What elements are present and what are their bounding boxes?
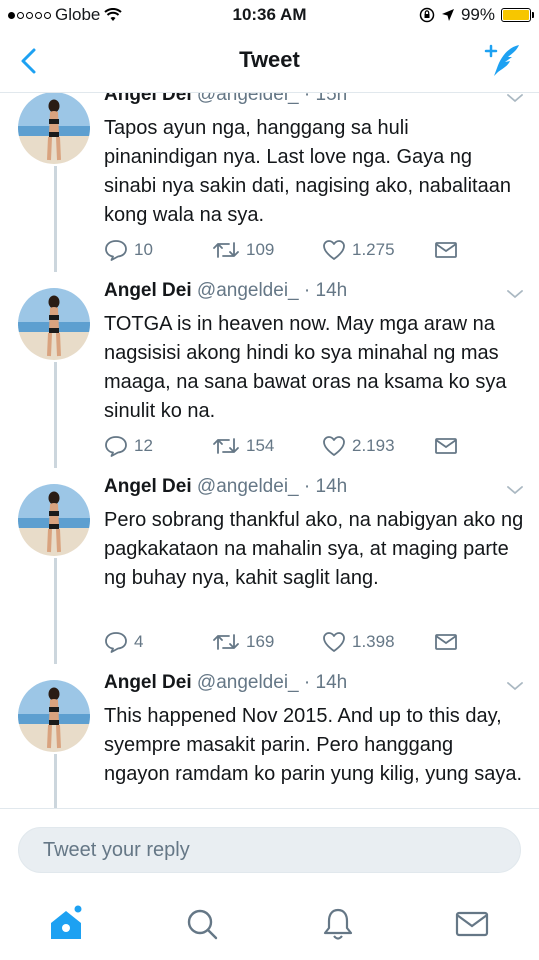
like-button[interactable]: 2.193 [322,434,395,458]
retweet-icon [213,634,239,650]
status-right: 99% [419,5,534,25]
avatar[interactable] [18,92,90,164]
tweet[interactable]: Angel Dei @angeldei_ · 14h This happened… [0,672,539,808]
home-icon[interactable] [46,904,86,944]
retweet-icon [213,242,239,258]
tweet-time: 14h [315,280,348,301]
tweet[interactable]: Angel Dei @angeldei_ · 15h Tapos ayun ng… [0,92,539,280]
author-name[interactable]: Angel Dei [104,280,192,301]
share-button[interactable] [434,434,458,458]
reply-icon [105,436,127,457]
reply-button[interactable]: 4 [104,630,143,654]
heart-icon [323,240,345,260]
avatar[interactable] [18,680,90,752]
retweet-button[interactable]: 109 [212,238,274,262]
avatar[interactable] [18,288,90,360]
notifications-icon[interactable] [318,904,358,944]
tweet-header: Angel Dei @angeldei_ · 15h [104,92,347,106]
reply-button[interactable]: 10 [104,238,153,262]
reply-button[interactable]: 12 [104,434,153,458]
reply-count: 10 [134,240,153,259]
tweet-header: Angel Dei @angeldei_ · 14h [104,280,348,301]
retweet-icon [213,438,239,454]
page-title: Tweet [239,47,300,72]
location-arrow-icon [441,9,454,21]
heart-icon [323,632,345,652]
reply-count: 12 [134,436,153,455]
retweet-count: 169 [246,632,275,651]
mail-icon [435,438,457,454]
retweet-button[interactable]: 154 [212,434,274,458]
like-count: 1.275 [352,240,395,259]
tab-bar [0,886,539,960]
tweet-header: Angel Dei @angeldei_ · 14h [104,672,348,693]
mail-icon [435,634,457,650]
tweet-actions: 4 169 1.398 [104,630,524,654]
like-count: 2.193 [352,436,395,455]
nav-bar: Tweet [0,30,539,93]
like-button[interactable]: 1.398 [322,630,395,654]
mail-icon [435,242,457,258]
reply-icon [105,240,127,261]
tweet-thread: Angel Dei @angeldei_ · 15h Tapos ayun ng… [0,92,539,808]
status-bar: Globe 10:36 AM 99% [0,0,539,30]
battery-percent: 99% [460,5,495,24]
avatar[interactable] [18,484,90,556]
like-count: 1.398 [352,632,395,651]
tweet[interactable]: Angel Dei @angeldei_ · 14h Pero sobrang … [0,476,539,672]
retweet-count: 154 [246,436,275,455]
tweet-time: 14h [315,476,348,497]
tweet-text: This happened Nov 2015. And up to this d… [104,705,523,785]
tweet-text: Tapos ayun nga, hanggang sa huli pinanin… [104,117,511,226]
tweet-text: Pero sobrang thankful ako, na nabigyan a… [104,509,524,589]
author-name[interactable]: Angel Dei [104,672,192,693]
tweet-time: 14h [315,672,348,693]
author-handle[interactable]: @angeldei_ [197,92,299,105]
reply-input[interactable]: Tweet your reply [18,827,521,873]
chevron-down-icon[interactable] [506,288,524,300]
search-icon[interactable] [182,904,222,944]
tweet-actions: 10 109 1.275 [104,238,524,262]
tweet-actions: 12 154 2.193 [104,434,524,458]
chevron-down-icon[interactable] [506,92,524,104]
tweet-header: Angel Dei @angeldei_ · 14h [104,476,348,497]
author-handle[interactable]: @angeldei_ [197,672,299,693]
reply-bar: Tweet your reply [0,808,539,887]
heart-icon [323,436,345,456]
rotation-lock-icon [419,7,435,23]
like-button[interactable]: 1.275 [322,238,395,262]
tweet[interactable]: Angel Dei @angeldei_ · 14h TOTGA is in h… [0,280,539,476]
author-handle[interactable]: @angeldei_ [197,476,299,497]
retweet-button[interactable]: 169 [212,630,274,654]
reply-count: 4 [134,632,144,651]
messages-icon[interactable] [452,904,492,944]
share-button[interactable] [434,238,458,262]
tweet-time: 15h [315,92,348,105]
author-name[interactable]: Angel Dei [104,92,192,105]
chevron-down-icon[interactable] [506,680,524,692]
reply-icon [105,632,127,653]
retweet-count: 109 [246,240,275,259]
chevron-down-icon[interactable] [506,484,524,496]
battery-icon [501,8,534,22]
share-button[interactable] [434,630,458,654]
tweet-text: TOTGA is in heaven now. May mga araw na … [104,313,507,422]
compose-tweet-icon[interactable] [483,42,523,80]
author-name[interactable]: Angel Dei [104,476,192,497]
author-handle[interactable]: @angeldei_ [197,280,299,301]
